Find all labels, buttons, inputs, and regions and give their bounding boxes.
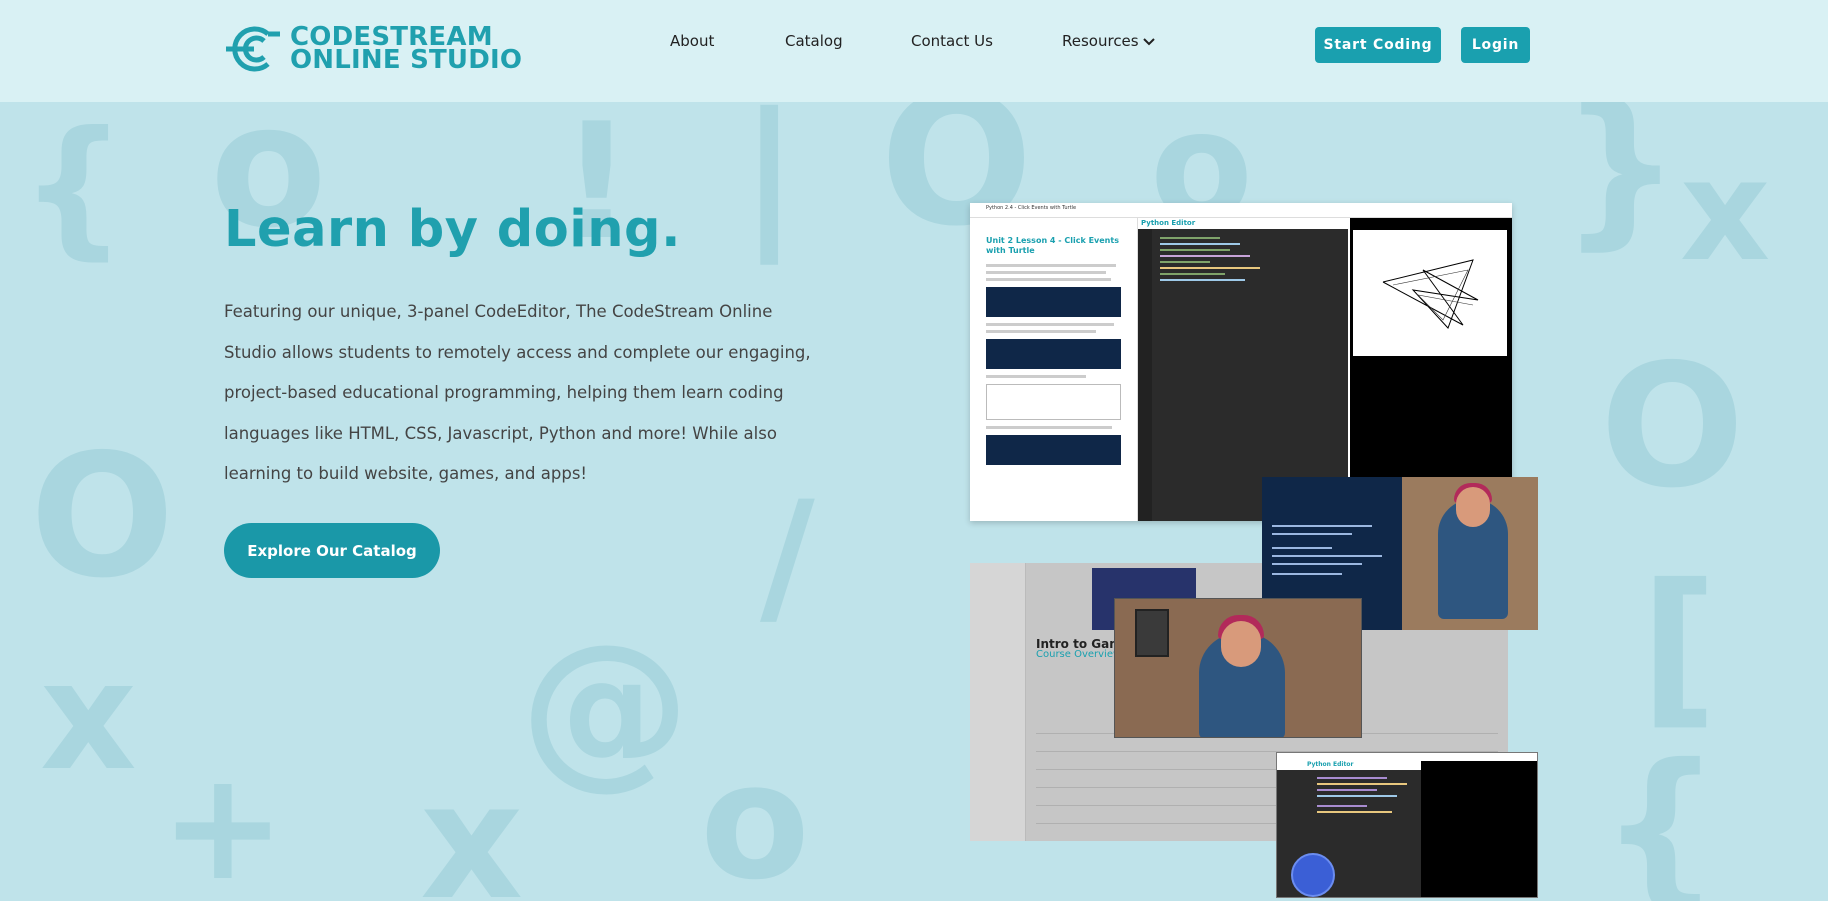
python-editor-header: Python Editor <box>1277 761 1421 770</box>
codestream-logo-icon <box>226 26 280 72</box>
code-sample-block <box>986 435 1121 465</box>
instructor-video[interactable] <box>1402 477 1538 630</box>
wall-poster <box>1135 609 1169 657</box>
lesson-title: Unit 2 Lesson 4 - Click Events with Turt… <box>986 236 1119 255</box>
course-subtitle: Course Overview <box>1036 649 1122 660</box>
course-sidebar <box>970 563 1026 841</box>
start-coding-button[interactable]: Start Coding <box>1315 27 1441 63</box>
chevron-down-icon <box>1142 37 1155 45</box>
parameter-table <box>986 384 1121 420</box>
line-number-gutter <box>1138 229 1152 521</box>
explore-catalog-button[interactable]: Explore Our Catalog <box>224 523 440 578</box>
code-editor-screenshot: Python 2.4 - Click Events with Turtle Un… <box>970 203 1512 521</box>
hero-title: Learn by doing. <box>224 200 681 259</box>
instructions-panel: Unit 2 Lesson 4 - Click Events with Turt… <box>970 218 1138 521</box>
site-header: CODESTREAM ONLINE STUDIO About Catalog C… <box>0 0 1828 102</box>
brand-name: CODESTREAM ONLINE STUDIO <box>290 24 523 75</box>
login-button[interactable]: Login <box>1461 27 1530 63</box>
code-sample-block <box>986 339 1121 369</box>
instructor-video-screenshot <box>1114 598 1362 738</box>
python-console-screenshot: Python Editor <box>1276 752 1538 898</box>
nav-contact-us[interactable]: Contact Us <box>911 32 993 50</box>
output-panel <box>1350 218 1512 521</box>
code-sample-block <box>986 287 1121 317</box>
python-editor-header: Python Editor <box>1138 218 1348 229</box>
instructor-avatar <box>1291 853 1335 897</box>
nav-resources-label: Resources <box>1062 32 1139 50</box>
brand-logo[interactable]: CODESTREAM ONLINE STUDIO <box>224 24 522 74</box>
turtle-output-canvas <box>1353 230 1507 356</box>
brand-name-line2: ONLINE STUDIO <box>290 45 523 75</box>
nav-about[interactable]: About <box>670 32 714 50</box>
hero-description: Featuring our unique, 3-panel CodeEditor… <box>224 302 811 483</box>
python-editor-panel: Python Editor <box>1138 218 1348 521</box>
editor-title-bar: Python 2.4 - Click Events with Turtle <box>970 203 1512 218</box>
nav-catalog[interactable]: Catalog <box>785 32 843 50</box>
nav-resources[interactable]: Resources <box>1062 32 1155 50</box>
